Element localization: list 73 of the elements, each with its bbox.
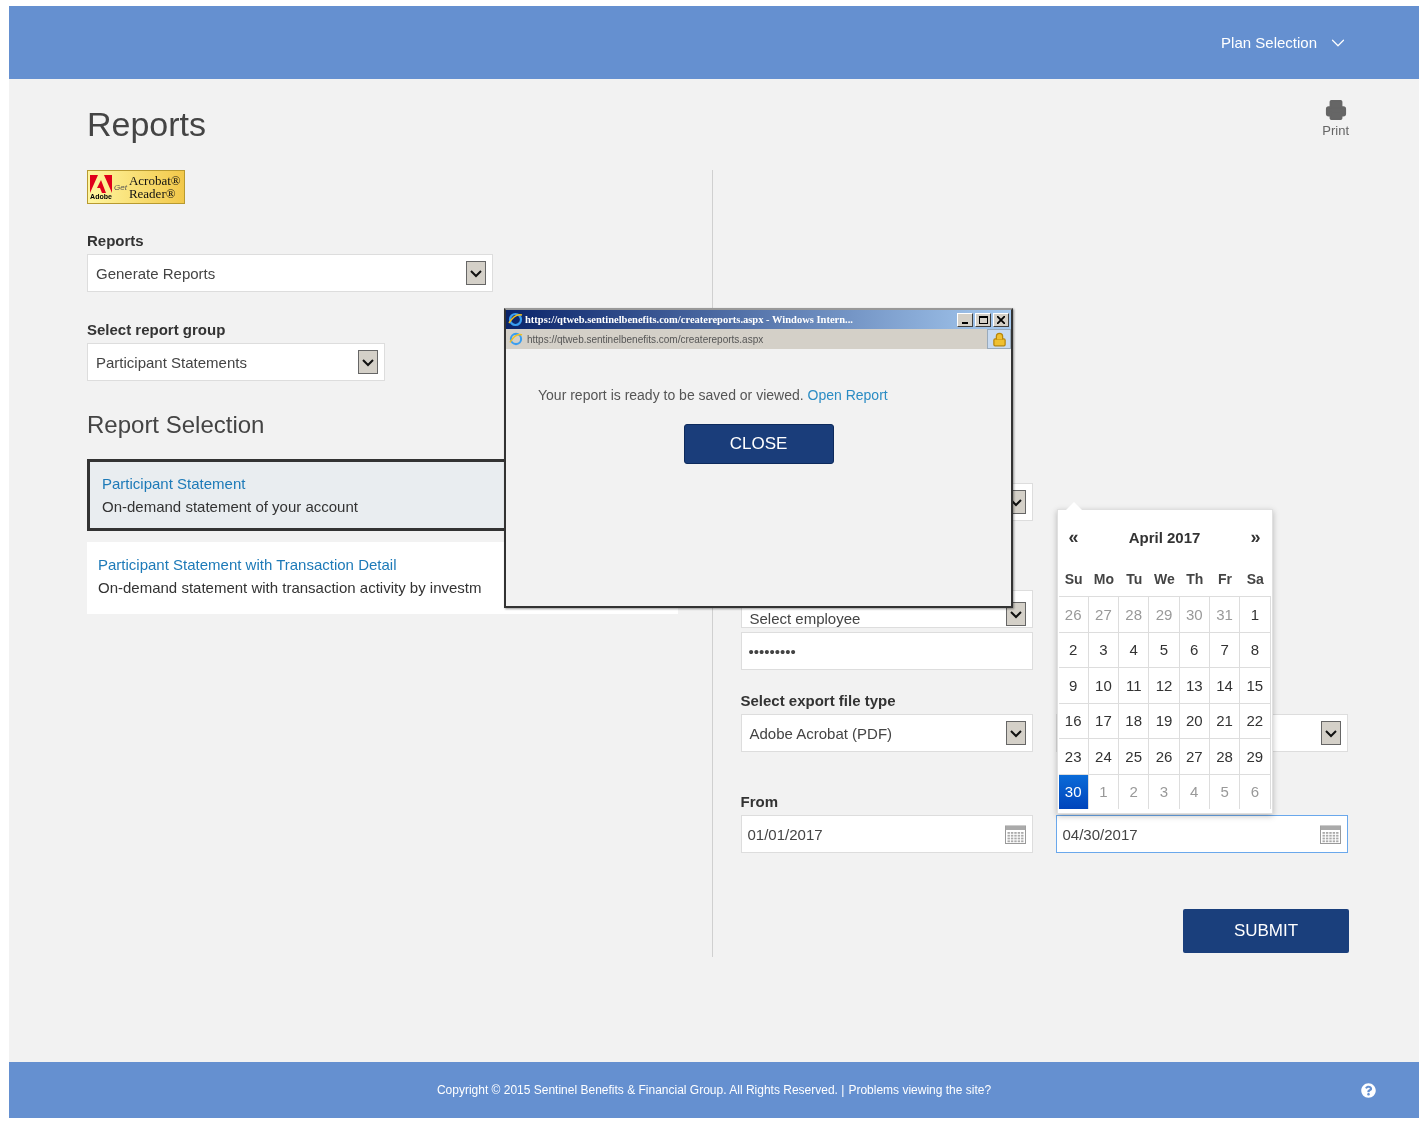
to-date-field[interactable]: 04/30/2017	[1055, 815, 1348, 853]
calendar-icon[interactable]	[1004, 824, 1026, 844]
calendar-icon[interactable]	[1319, 824, 1341, 844]
calendar-day[interactable]: 25	[1119, 738, 1150, 774]
report-description: On-demand statement of your account	[102, 498, 359, 515]
calendar-day[interactable]: 15	[1240, 667, 1271, 703]
lock-icon	[991, 331, 1007, 347]
copyright-text: Copyright © 2015 Sentinel Benefits & Financial Group. All Rights Reserved. |	[436, 1083, 845, 1097]
field-label: Select export file type	[740, 692, 897, 709]
weekday-label: Tu	[1125, 570, 1144, 589]
field-label: Select report group	[87, 321, 227, 338]
minimize-icon	[962, 321, 968, 324]
weekday-label: Fr	[1217, 570, 1234, 589]
adobe-logo-icon	[90, 174, 112, 193]
section-heading: Report Selection	[87, 411, 266, 439]
calendar-day[interactable]: 1	[1240, 596, 1271, 632]
weekday-label: We	[1153, 570, 1176, 589]
calendar-day[interactable]: 24	[1088, 738, 1120, 774]
reader-label: Reader®	[128, 187, 177, 200]
maximize-button[interactable]	[975, 312, 991, 327]
help-icon[interactable]	[1361, 1083, 1376, 1098]
close-window-button[interactable]	[993, 312, 1009, 327]
print-button[interactable]: Print	[1322, 99, 1349, 138]
browser-icon	[508, 312, 523, 327]
calendar-day[interactable]: 16	[1058, 702, 1089, 738]
calendar-day[interactable]: 11	[1119, 667, 1150, 703]
weekday-label: Su	[1063, 570, 1084, 589]
reports-select[interactable]: Generate Reports	[87, 254, 493, 292]
page-title: Reports	[87, 105, 207, 144]
previous-month-button[interactable]: «	[1064, 526, 1083, 548]
calendar-day[interactable]: 18	[1119, 702, 1150, 738]
next-month-button[interactable]: »	[1246, 526, 1265, 548]
employee-select-text: Select employee	[749, 611, 861, 626]
maximize-icon	[978, 315, 988, 324]
calendar-day[interactable]: 27	[1179, 738, 1210, 774]
calendar-day[interactable]: 28	[1209, 738, 1241, 774]
minimize-button[interactable]	[957, 312, 973, 327]
browser-icon	[509, 332, 523, 346]
calendar-day[interactable]: 10	[1088, 667, 1120, 703]
report-description: On-demand statement with transaction activity by investm	[98, 579, 483, 596]
calendar-day[interactable]: 29	[1240, 738, 1271, 774]
calendar-day[interactable]: 4	[1119, 631, 1150, 667]
address-url: https://qtweb.sentinelbenefits.com/createreports.aspx	[527, 333, 764, 345]
calendar-day[interactable]: 22	[1240, 702, 1271, 738]
calendar-day[interactable]: 14	[1209, 667, 1241, 703]
close-icon	[997, 315, 1005, 324]
report-ready-message: Your report is ready to be saved or viewed. Open Report	[538, 387, 889, 403]
from-date-field[interactable]: 01/01/2017	[740, 815, 1033, 853]
weekday-label: Mo	[1092, 570, 1116, 589]
window-title: https://qtweb.sentinelbenefits.com/createreports.aspx - Windows Intern...	[525, 314, 854, 325]
calendar-day[interactable]: 9	[1058, 667, 1089, 703]
calendar-day[interactable]: 30	[1058, 773, 1089, 809]
calendar-day[interactable]: 12	[1149, 667, 1180, 703]
field-label: From	[740, 793, 779, 810]
calendar-day[interactable]: 2	[1058, 631, 1089, 667]
calendar-day[interactable]: 13	[1179, 667, 1210, 703]
calendar-day[interactable]: 23	[1058, 738, 1089, 774]
close-button[interactable]: CLOSE	[683, 424, 834, 464]
report-group-select[interactable]: Participant Statements	[87, 343, 385, 381]
calendar-day[interactable]: 5	[1149, 631, 1180, 667]
weekday-label: Sa	[1245, 570, 1265, 589]
password-field[interactable]: •••••••••	[740, 632, 1033, 670]
submit-button[interactable]: SUBMIT	[1183, 909, 1349, 953]
month-label: April 2017	[1128, 528, 1201, 546]
get-label: Get	[114, 182, 127, 192]
field-label: Reports	[87, 232, 145, 249]
acrobat-label: Acrobat®	[128, 174, 181, 187]
calendar-day[interactable]: 26	[1149, 738, 1180, 774]
printer-icon	[1324, 99, 1347, 121]
calendar-day[interactable]: 8	[1240, 631, 1271, 667]
export-type-select[interactable]: Adobe Acrobat (PDF)	[740, 714, 1033, 752]
weekday-label: Th	[1185, 570, 1205, 589]
calendar-day[interactable]: 19	[1149, 702, 1180, 738]
